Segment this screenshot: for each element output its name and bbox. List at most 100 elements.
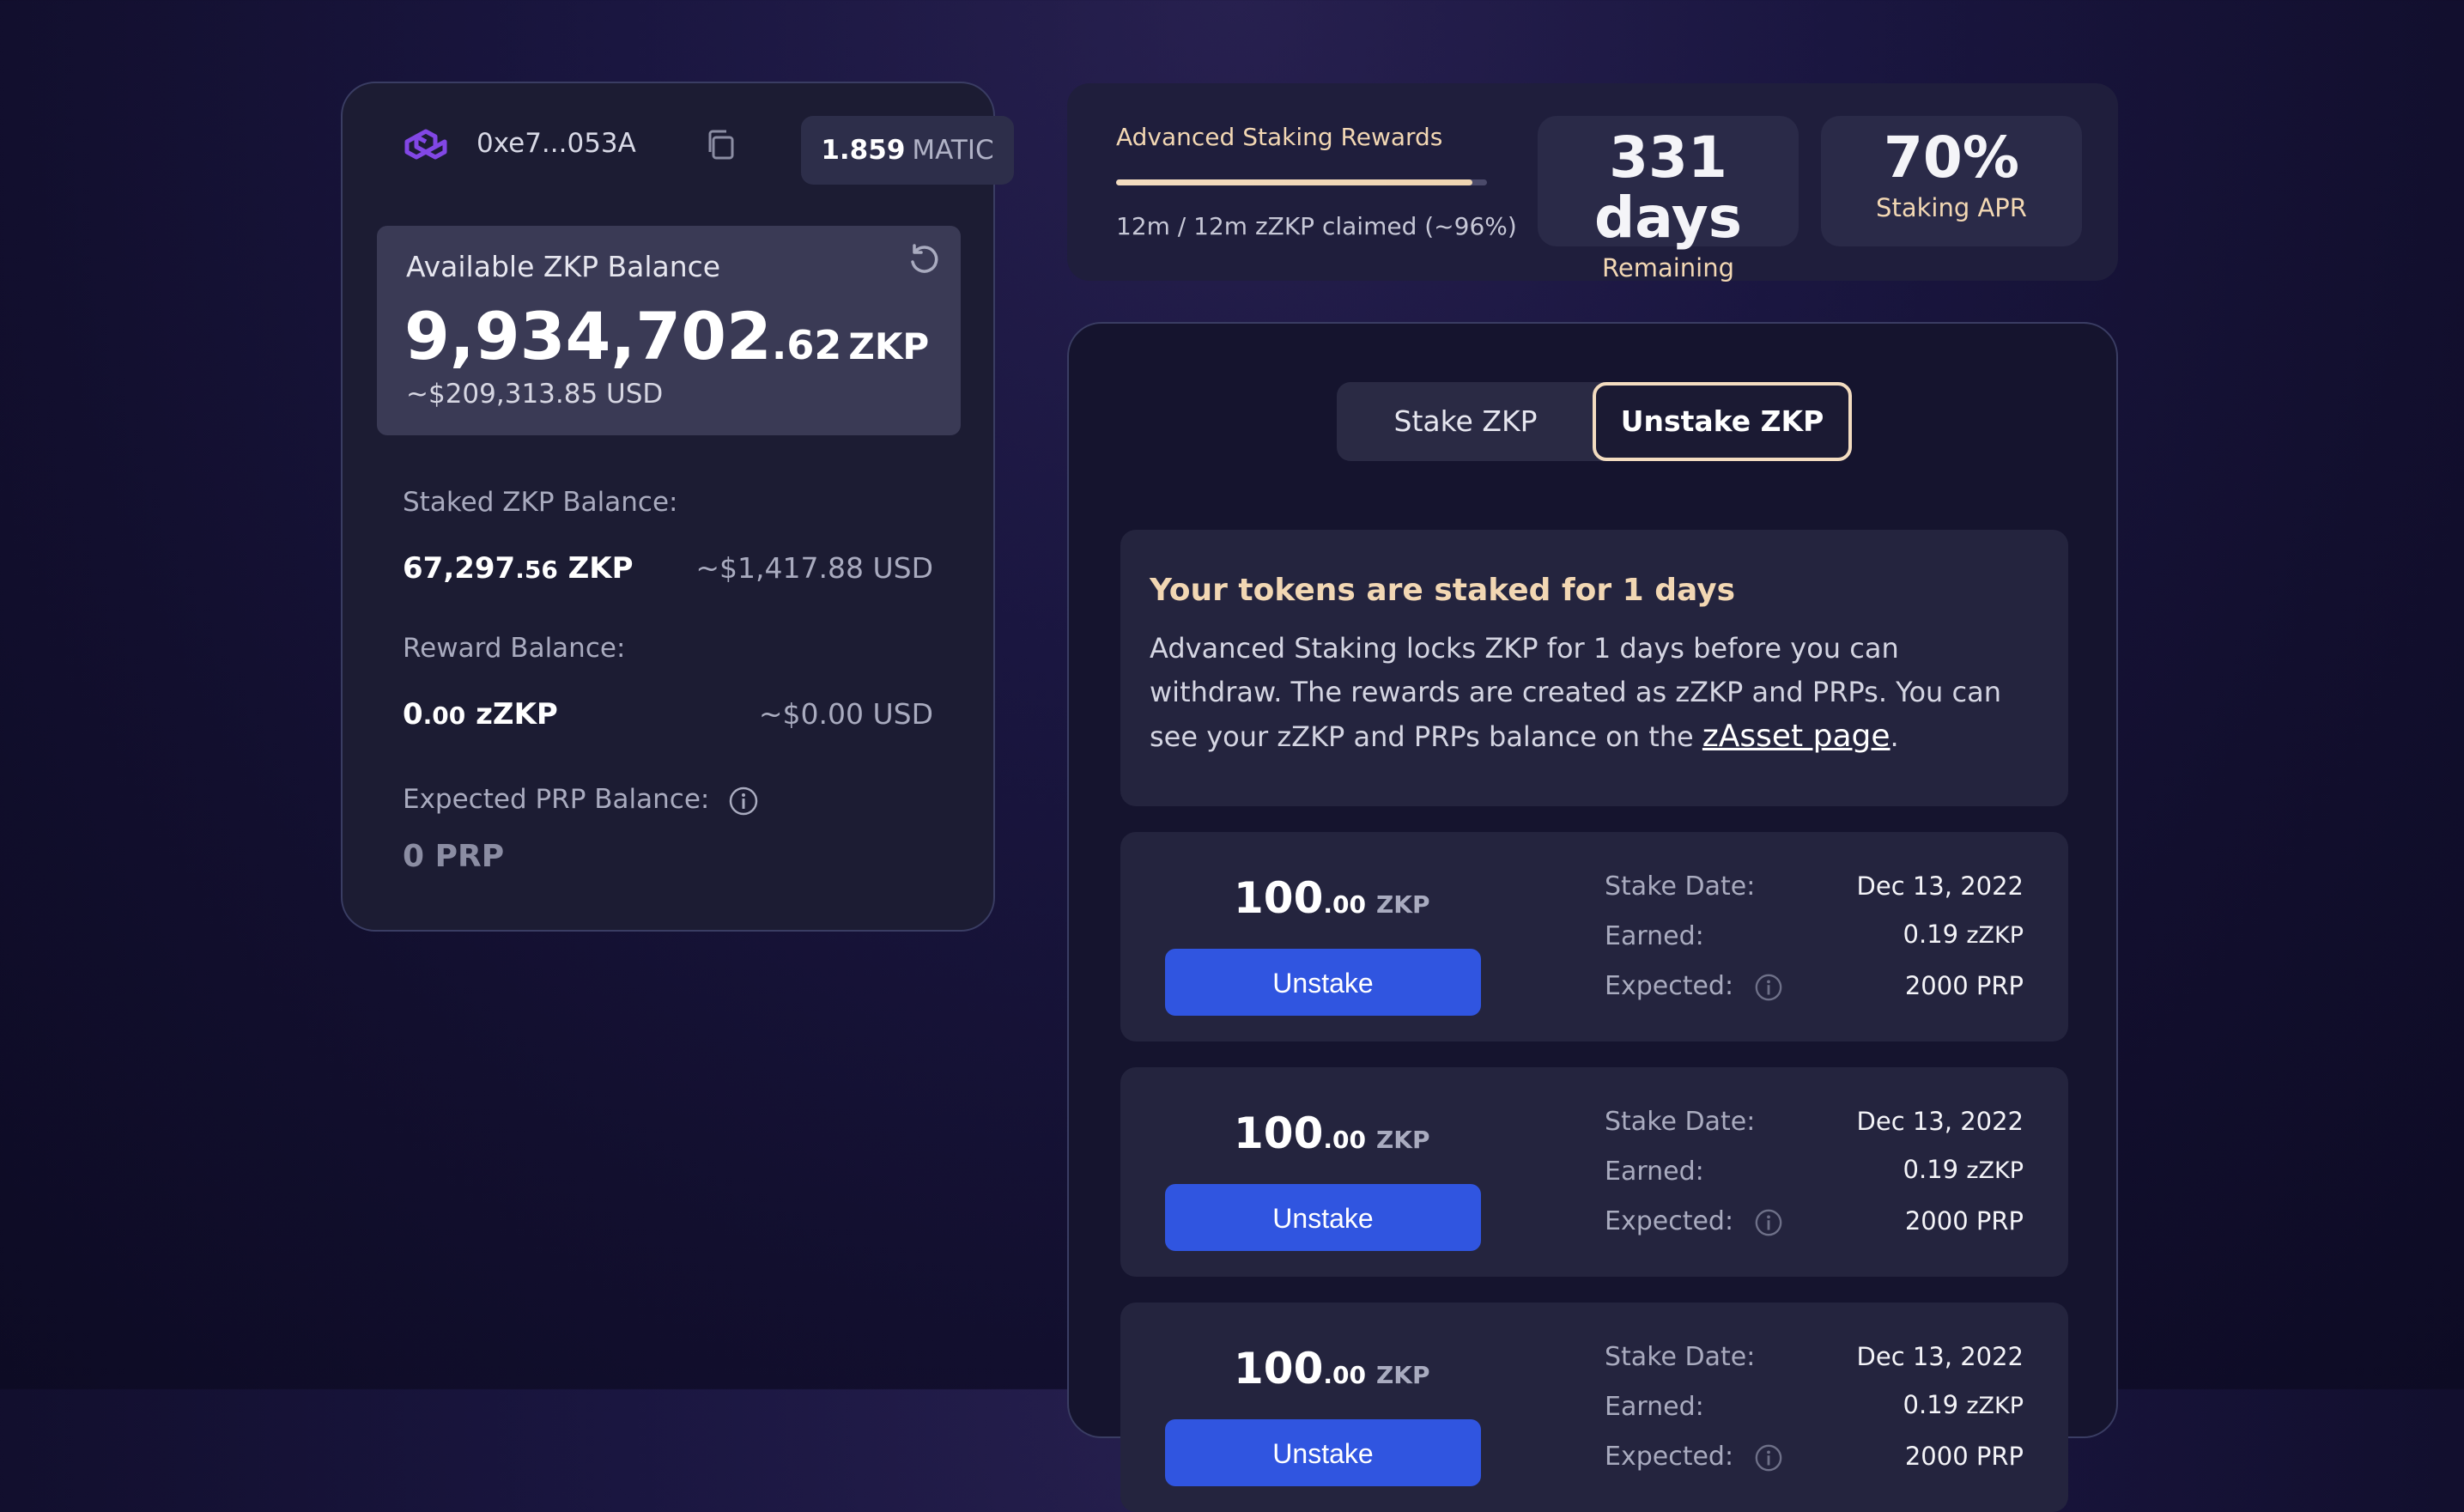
stake-amount: 100.00 ZKP xyxy=(1234,1344,1430,1394)
rewards-title: Advanced Staking Rewards xyxy=(1116,123,1443,151)
tab-stake-zkp[interactable]: Stake ZKP xyxy=(1337,382,1594,461)
stake-row: 100.00 ZKP Unstake Stake Date: Dec 13, 20… xyxy=(1120,832,2068,1041)
polygon-logo-icon xyxy=(404,129,447,160)
available-balance-box: Available ZKP Balance 9,934,702.62 ZKP ~$… xyxy=(377,226,961,435)
apr-label: Staking APR xyxy=(1876,193,2027,222)
earned-label: Earned: xyxy=(1605,1157,1704,1187)
wallet-card: 0xe7...053A 1.859 MATIC Available ZKP Bal… xyxy=(341,82,1014,932)
stake-tabs: Stake ZKP Unstake ZKP xyxy=(1337,382,1852,461)
staked-balance-value: 67,297.56 ZKP xyxy=(403,551,634,586)
available-unit: ZKP xyxy=(848,325,930,367)
info-icon[interactable] xyxy=(1754,1208,1783,1237)
zasset-page-link[interactable]: zAsset page xyxy=(1702,719,1890,754)
expected-label: Expected: xyxy=(1605,1442,1734,1472)
unstake-button[interactable]: Unstake xyxy=(1165,1184,1481,1251)
rewards-progress-track xyxy=(1116,179,1487,185)
remaining-stat: 331 days Remaining xyxy=(1538,116,1799,282)
stake-amount: 100.00 ZKP xyxy=(1234,1108,1430,1158)
earned-label: Earned: xyxy=(1605,1392,1704,1422)
matic-amount: 1.859 xyxy=(821,135,906,166)
stake-amount-dec: .00 xyxy=(1323,1361,1366,1389)
stake-date-value: Dec 13, 2022 xyxy=(1856,1342,2024,1371)
stake-amount-unit: ZKP xyxy=(1375,1126,1430,1154)
earned-value: 0.19 zZKP xyxy=(1903,920,2024,949)
apr-value: 70% xyxy=(1884,124,2019,191)
earned-value: 0.19 zZKP xyxy=(1903,1155,2024,1184)
earned-value: 0.19 zZKP xyxy=(1903,1390,2024,1419)
staked-int: 67,297 xyxy=(403,551,516,586)
wallet-address: 0xe7...053A xyxy=(476,128,636,159)
reward-usd: ~$0.00 USD xyxy=(758,697,933,731)
staking-notice: Your tokens are staked for 1 days Advanc… xyxy=(1120,530,2068,806)
available-int: 9,934,702 xyxy=(404,298,772,374)
rewards-claimed-text: 12m / 12m zZKP claimed (~96%) xyxy=(1116,212,1517,240)
copy-icon[interactable] xyxy=(702,126,740,164)
expected-value: 2000 PRP xyxy=(1904,1206,2024,1236)
staked-unit: ZKP xyxy=(567,551,634,586)
remaining-value: 331 days xyxy=(1593,124,1743,251)
stake-row: 100.00 ZKP Unstake Stake Date: Dec 13, 20… xyxy=(1120,1067,2068,1277)
expected-label-row: Expected: xyxy=(1605,1442,1783,1473)
earned-amount: 0.19 xyxy=(1903,1155,1959,1184)
stake-amount: 100.00 ZKP xyxy=(1234,873,1430,923)
staked-usd: ~$1,417.88 USD xyxy=(695,551,933,585)
rewards-progress-fill xyxy=(1116,179,1472,185)
stake-amount-dec: .00 xyxy=(1323,1126,1366,1154)
staking-panel: Stake ZKP Unstake ZKP Your tokens are st… xyxy=(1067,322,2118,1512)
stake-amount-dec: .00 xyxy=(1323,890,1366,919)
expected-value: 2000 PRP xyxy=(1904,971,2024,1000)
stake-amount-int: 100 xyxy=(1234,1344,1324,1394)
staking-rewards-bar: Advanced Staking Rewards 12m / 12m zZKP … xyxy=(1067,83,2118,282)
earned-amount: 0.19 xyxy=(1903,920,1959,949)
staked-dec: .56 xyxy=(515,556,558,584)
stake-date-value: Dec 13, 2022 xyxy=(1856,871,2024,901)
available-dec: .62 xyxy=(771,322,842,368)
stake-amount-int: 100 xyxy=(1234,1108,1324,1158)
available-balance-label: Available ZKP Balance xyxy=(406,250,721,283)
expected-value: 2000 PRP xyxy=(1904,1442,2024,1471)
unstake-button[interactable]: Unstake xyxy=(1165,1419,1481,1486)
info-icon[interactable] xyxy=(1754,973,1783,1002)
available-usd: ~$209,313.85 USD xyxy=(406,379,664,410)
prp-balance-label-row: Expected PRP Balance: xyxy=(403,784,759,817)
expected-label: Expected: xyxy=(1605,971,1734,1001)
stake-row: 100.00 ZKP Unstake Stake Date: Dec 13, 20… xyxy=(1120,1303,2068,1512)
stake-date-label: Stake Date: xyxy=(1605,1107,1756,1137)
stake-date-label: Stake Date: xyxy=(1605,1342,1756,1372)
notice-end: . xyxy=(1890,720,1899,753)
info-icon[interactable] xyxy=(728,786,759,817)
earned-amount: 0.19 xyxy=(1903,1390,1959,1419)
reward-unit: zZKP xyxy=(476,697,558,732)
stake-amount-unit: ZKP xyxy=(1375,890,1430,919)
reward-balance-value: 0.00 zZKP xyxy=(403,697,558,732)
prp-balance-label: Expected PRP Balance: xyxy=(403,784,710,815)
earned-unit: zZKP xyxy=(1966,1157,2024,1184)
refresh-icon[interactable] xyxy=(906,243,942,279)
tab-unstake-zkp[interactable]: Unstake ZKP xyxy=(1593,382,1852,461)
remaining-label: Remaining xyxy=(1602,253,1734,282)
stake-amount-unit: ZKP xyxy=(1375,1361,1430,1389)
expected-label: Expected: xyxy=(1605,1206,1734,1236)
info-icon[interactable] xyxy=(1754,1443,1783,1473)
stake-date-label: Stake Date: xyxy=(1605,871,1756,902)
earned-unit: zZKP xyxy=(1966,1393,2024,1419)
available-balance-amount: 9,934,702.62 ZKP xyxy=(404,298,929,374)
reward-dec: .00 xyxy=(422,701,466,730)
matic-unit: MATIC xyxy=(912,135,994,166)
staked-balance-label: Staked ZKP Balance: xyxy=(403,487,678,518)
earned-label: Earned: xyxy=(1605,921,1704,951)
apr-stat: 70% Staking APR xyxy=(1821,116,2082,246)
expected-label-row: Expected: xyxy=(1605,971,1783,1002)
stake-amount-int: 100 xyxy=(1234,873,1324,923)
matic-balance-chip[interactable]: 1.859 MATIC xyxy=(801,116,1014,185)
stake-date-value: Dec 13, 2022 xyxy=(1856,1107,2024,1136)
notice-body: Advanced Staking locks ZKP for 1 days be… xyxy=(1150,627,2039,759)
reward-int: 0 xyxy=(403,697,423,732)
unstake-button[interactable]: Unstake xyxy=(1165,949,1481,1016)
notice-title: Your tokens are staked for 1 days xyxy=(1150,573,1736,608)
wallet-header: 0xe7...053A 1.859 MATIC xyxy=(398,116,1014,188)
prp-balance-value: 0 PRP xyxy=(403,839,505,874)
earned-unit: zZKP xyxy=(1966,922,2024,949)
reward-balance-label: Reward Balance: xyxy=(403,633,626,664)
expected-label-row: Expected: xyxy=(1605,1206,1783,1237)
